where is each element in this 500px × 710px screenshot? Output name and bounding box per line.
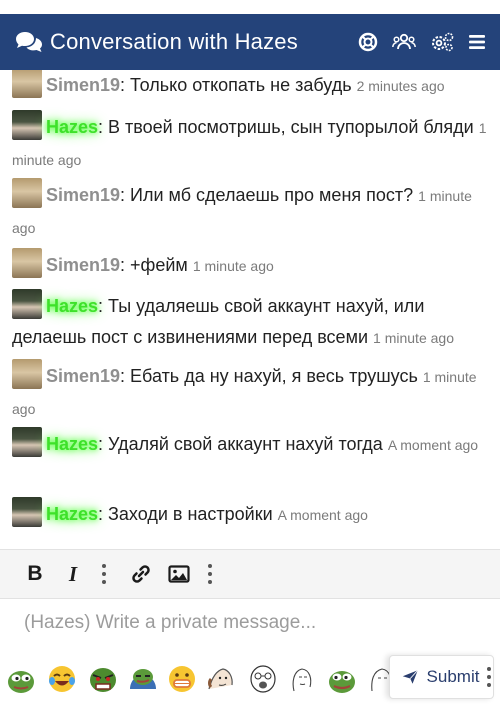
comments-icon bbox=[16, 32, 42, 52]
message-text: : Только откопать не забудь bbox=[120, 75, 352, 95]
avatar[interactable] bbox=[12, 289, 42, 319]
message-text: : Удаляй свой аккаунт нахуй тогда bbox=[98, 434, 383, 454]
message-item: Hazes: В твоей посмотришь, сын тупорылой… bbox=[12, 110, 490, 176]
avatar[interactable] bbox=[12, 359, 42, 389]
private-message-input[interactable] bbox=[24, 612, 476, 634]
submit-button[interactable]: Submit bbox=[389, 655, 494, 699]
timestamp: 1 minute ago bbox=[373, 330, 454, 346]
wojak-sketch-icon[interactable] bbox=[286, 663, 318, 695]
avatar[interactable] bbox=[12, 497, 42, 527]
link-button[interactable] bbox=[124, 557, 158, 591]
pepe-smug-icon[interactable] bbox=[127, 663, 159, 695]
username[interactable]: Hazes bbox=[46, 504, 98, 524]
members-icon[interactable] bbox=[392, 32, 416, 52]
more-options-icon[interactable] bbox=[94, 557, 114, 591]
username[interactable]: Simen19 bbox=[46, 75, 120, 95]
username[interactable]: Hazes bbox=[46, 117, 98, 137]
timestamp: 1 minute ago bbox=[192, 258, 274, 274]
timestamp: A moment ago bbox=[387, 437, 479, 453]
pepe-icon[interactable] bbox=[5, 663, 37, 695]
message-text: : +фейм bbox=[120, 255, 188, 275]
italic-button[interactable]: I bbox=[56, 557, 90, 591]
message-item: Hazes: Удаляй свой аккаунт нахуй тогда A… bbox=[12, 427, 490, 461]
username[interactable]: Hazes bbox=[46, 434, 98, 454]
message-list: Simen19: Только откопать не забудь 2 min… bbox=[0, 70, 500, 548]
message-item: Hazes: Заходи в настройки A moment ago bbox=[12, 497, 490, 531]
link-icon bbox=[132, 565, 150, 583]
wojak-icon[interactable] bbox=[205, 663, 237, 695]
pepe-angry-icon[interactable] bbox=[87, 663, 119, 695]
message-text: : Или мб сделаешь про меня пост? bbox=[120, 185, 414, 205]
more-options-icon[interactable] bbox=[485, 660, 493, 694]
pepe-icon[interactable] bbox=[326, 663, 358, 695]
conversation-title: Conversation with Hazes bbox=[50, 29, 298, 54]
message-item: Simen19: Или мб сделаешь про меня пост? … bbox=[12, 178, 490, 244]
send-icon bbox=[402, 669, 419, 684]
submit-label: Submit bbox=[426, 667, 480, 686]
menu-icon[interactable] bbox=[468, 33, 486, 51]
crying-laughing-icon[interactable] bbox=[46, 663, 78, 695]
message-item: Hazes: Ты удаляешь свой аккаунт нахуй, и… bbox=[12, 289, 490, 354]
bold-button[interactable]: B bbox=[18, 557, 52, 591]
username[interactable]: Simen19 bbox=[46, 366, 120, 386]
message-item: Simen19: Ебать да ну нахуй, я весь трушу… bbox=[12, 359, 490, 425]
grimacing-icon[interactable] bbox=[166, 663, 198, 695]
username[interactable]: Hazes bbox=[46, 296, 98, 316]
conversation-header: Conversation with Hazes bbox=[0, 14, 500, 70]
avatar[interactable] bbox=[12, 70, 42, 98]
help-lifering-icon[interactable] bbox=[358, 32, 378, 52]
message-text: : Ебать да ну нахуй, я весь трушусь bbox=[120, 366, 418, 386]
avatar[interactable] bbox=[12, 178, 42, 208]
username[interactable]: Simen19 bbox=[46, 255, 120, 275]
message-item: Simen19: Только откопать не забудь 2 min… bbox=[12, 70, 490, 102]
settings-icon[interactable] bbox=[430, 32, 454, 52]
timestamp: A moment ago bbox=[277, 507, 368, 523]
soyjak-icon[interactable] bbox=[247, 663, 279, 695]
avatar[interactable] bbox=[12, 427, 42, 457]
message-text: : В твоей посмотришь, сын тупорылой бляд… bbox=[98, 117, 474, 137]
message-text: : Заходи в настройки bbox=[98, 504, 273, 524]
image-button[interactable] bbox=[162, 557, 196, 591]
username[interactable]: Simen19 bbox=[46, 185, 120, 205]
message-item: Simen19: +фейм 1 minute ago bbox=[12, 248, 490, 282]
avatar[interactable] bbox=[12, 248, 42, 278]
more-options-icon[interactable] bbox=[200, 557, 220, 591]
editor-toolbar: B I bbox=[0, 549, 500, 599]
timestamp: 2 minutes ago bbox=[356, 78, 445, 94]
avatar[interactable] bbox=[12, 110, 42, 140]
message-editor bbox=[0, 600, 500, 650]
image-icon bbox=[168, 565, 190, 583]
